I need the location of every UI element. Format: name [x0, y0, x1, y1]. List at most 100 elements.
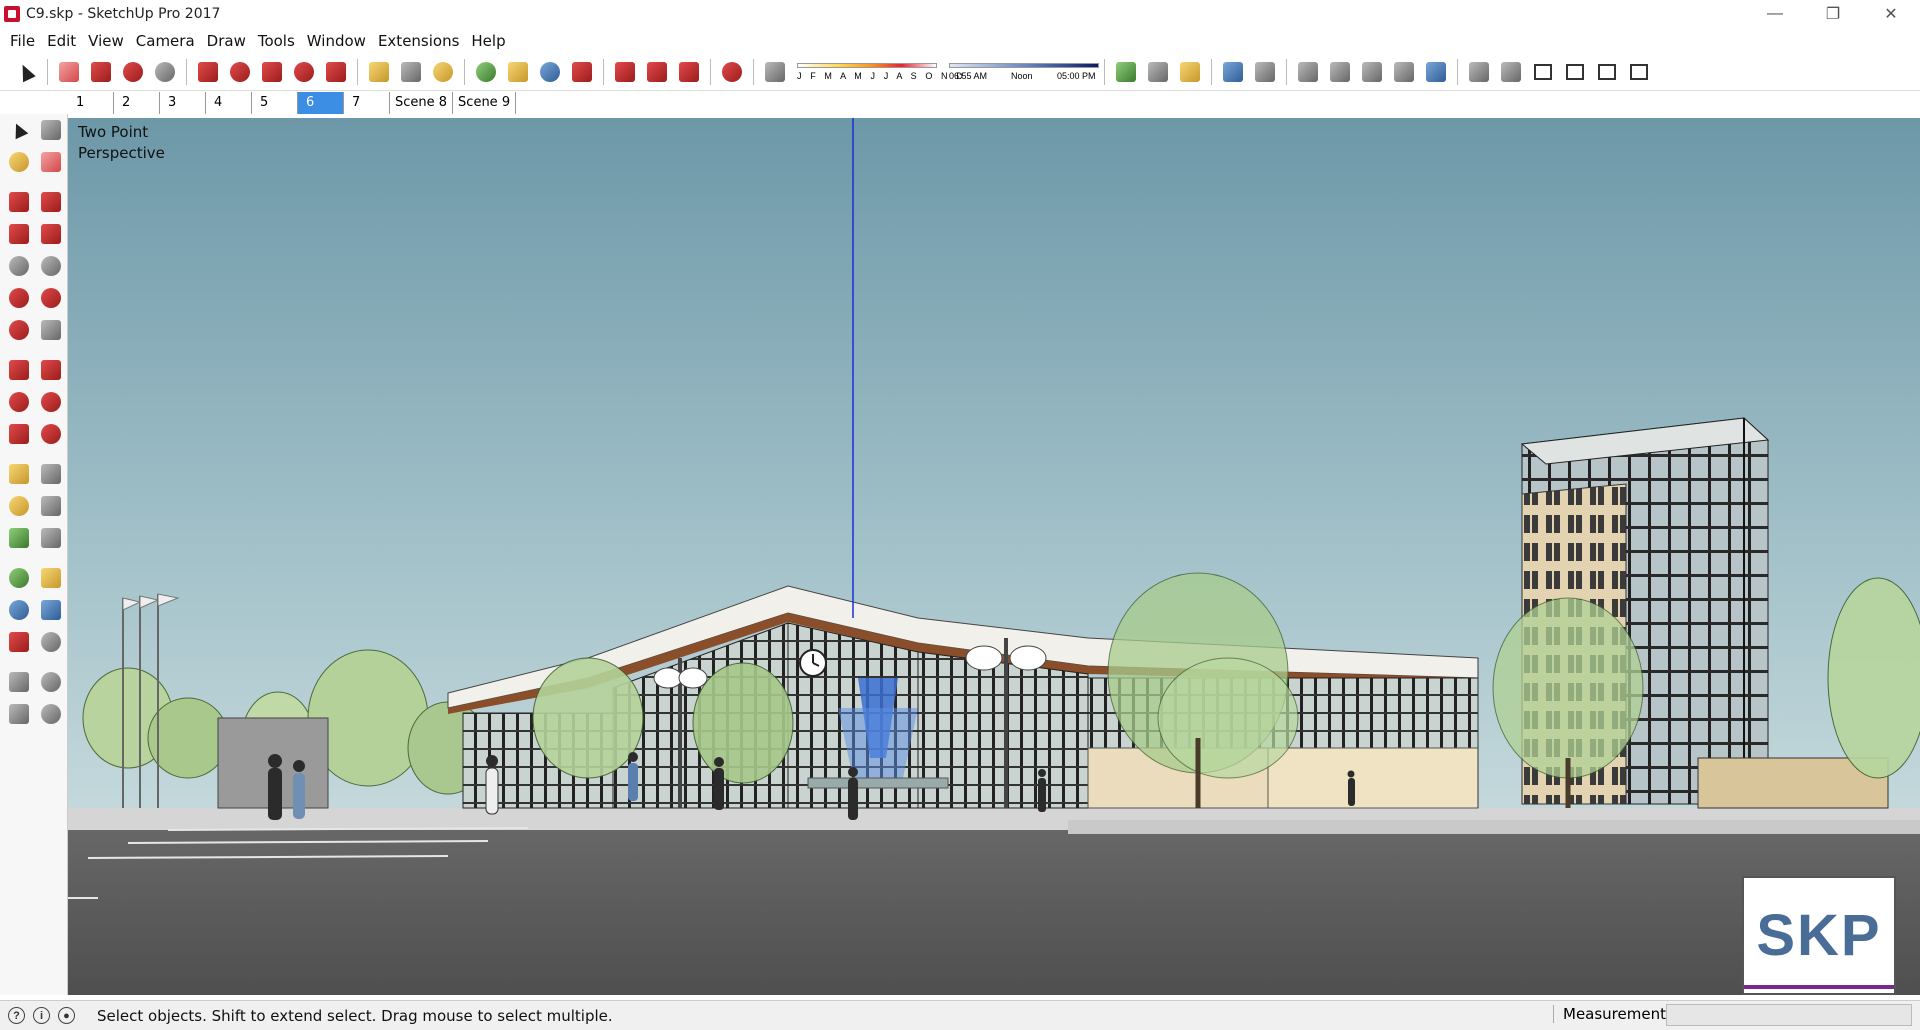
section-plane-tool[interactable] [35, 698, 67, 730]
minimize-button[interactable]: — [1746, 0, 1804, 28]
front-view-button[interactable] [1529, 58, 1557, 86]
menu-help[interactable]: Help [465, 32, 511, 50]
paint-bucket-button[interactable] [429, 58, 457, 86]
follow-me-button[interactable] [226, 58, 254, 86]
eraser-tool-button[interactable] [55, 58, 83, 86]
arc-tool[interactable] [3, 282, 35, 314]
tape-measure-tool[interactable] [3, 458, 35, 490]
rectangle-tool[interactable] [3, 218, 35, 250]
close-button[interactable]: ✕ [1862, 0, 1920, 28]
month-slider-track[interactable] [797, 63, 937, 68]
scene-tab[interactable]: 4 [206, 92, 252, 114]
back-view-button[interactable] [1593, 58, 1621, 86]
walk-tool[interactable] [3, 698, 35, 730]
scene-tab[interactable]: 3 [160, 92, 206, 114]
section-display-button[interactable] [1144, 58, 1172, 86]
3d-text-tool[interactable] [35, 522, 67, 554]
top-view-button[interactable] [1497, 58, 1525, 86]
menu-draw[interactable]: Draw [201, 32, 252, 50]
iso-view-button[interactable] [1465, 58, 1493, 86]
protractor-tool[interactable] [3, 490, 35, 522]
dimension-tool[interactable] [35, 458, 67, 490]
follow-me-tool[interactable] [35, 386, 67, 418]
time-slider-track[interactable] [949, 63, 1099, 68]
push-pull-button[interactable] [194, 58, 222, 86]
extension-warehouse-button[interactable] [643, 58, 671, 86]
zoom-button[interactable] [536, 58, 564, 86]
scene-tab[interactable]: 7 [344, 92, 390, 114]
model-viewport[interactable]: Two Point Perspective SKP [68, 118, 1920, 995]
menu-edit[interactable]: Edit [41, 32, 82, 50]
rotated-rectangle-tool[interactable] [35, 218, 67, 250]
move-tool-button[interactable] [258, 58, 286, 86]
section-cut-button[interactable] [1176, 58, 1204, 86]
hidden-line-button[interactable] [1326, 58, 1354, 86]
shape-tool-button[interactable] [151, 58, 179, 86]
menu-tools[interactable]: Tools [252, 32, 301, 50]
zoom-extents-tool[interactable] [3, 626, 35, 658]
left-view-button[interactable] [1625, 58, 1653, 86]
paint-bucket-tool[interactable] [3, 146, 35, 178]
scene-tab[interactable]: 2 [114, 92, 160, 114]
share-model-button[interactable] [675, 58, 703, 86]
zoom-tool[interactable] [3, 594, 35, 626]
text-tool-button[interactable] [397, 58, 425, 86]
push-pull-tool[interactable] [35, 354, 67, 386]
pan-tool[interactable] [35, 562, 67, 594]
wireframe-button[interactable] [1294, 58, 1322, 86]
orbit-button[interactable] [472, 58, 500, 86]
scale-tool-button[interactable] [322, 58, 350, 86]
zoom-window-tool[interactable] [35, 594, 67, 626]
menu-camera[interactable]: Camera [130, 32, 201, 50]
menu-extensions[interactable]: Extensions [372, 32, 465, 50]
restore-button[interactable]: ❐ [1804, 0, 1862, 28]
menu-window[interactable]: Window [301, 32, 372, 50]
eraser-tool[interactable] [35, 146, 67, 178]
back-edges-button[interactable] [1251, 58, 1279, 86]
warehouse-button[interactable] [611, 58, 639, 86]
line-tool-button[interactable] [87, 58, 115, 86]
look-around-tool[interactable] [35, 666, 67, 698]
offset-tool[interactable] [35, 418, 67, 450]
right-view-button[interactable] [1561, 58, 1589, 86]
rotate-tool-button[interactable] [290, 58, 318, 86]
monochrome-button[interactable] [1422, 58, 1450, 86]
arc-tool-button[interactable] [119, 58, 147, 86]
two-point-arc-tool[interactable] [35, 282, 67, 314]
rotate-tool[interactable] [3, 386, 35, 418]
credits-info-icon[interactable]: i [33, 1007, 50, 1024]
time-slider[interactable]: 06:55 AM Noon 05:00 PM [949, 59, 1099, 85]
pan-button[interactable] [504, 58, 532, 86]
shaded-textures-button[interactable] [1390, 58, 1418, 86]
freehand-tool[interactable] [35, 186, 67, 218]
text-tool[interactable] [35, 490, 67, 522]
scale-tool[interactable] [3, 418, 35, 450]
scene-tab[interactable]: 1 [68, 92, 114, 114]
scene-tab-active[interactable]: 6 [298, 92, 344, 114]
pie-tool[interactable] [35, 314, 67, 346]
tape-measure-button[interactable] [365, 58, 393, 86]
polygon-tool[interactable] [35, 250, 67, 282]
scene-tab[interactable]: Scene 8 [390, 92, 454, 114]
axes-tool[interactable] [3, 522, 35, 554]
section-plane-button[interactable] [1112, 58, 1140, 86]
shadow-toggle-button[interactable] [761, 58, 789, 86]
measurements-input[interactable] [1666, 1004, 1912, 1026]
ruby-console-button[interactable] [718, 58, 746, 86]
scene-tab[interactable]: Scene 9 [453, 92, 517, 114]
orbit-tool[interactable] [3, 562, 35, 594]
xray-button[interactable] [1219, 58, 1247, 86]
line-tool[interactable] [3, 186, 35, 218]
menu-view[interactable]: View [82, 32, 130, 50]
shaded-button[interactable] [1358, 58, 1386, 86]
previous-view-tool[interactable] [35, 626, 67, 658]
menu-file[interactable]: File [4, 32, 41, 50]
user-account-icon[interactable]: ● [58, 1007, 75, 1024]
zoom-extents-button[interactable] [568, 58, 596, 86]
model-render[interactable] [68, 118, 1920, 995]
three-point-arc-tool[interactable] [3, 314, 35, 346]
circle-tool[interactable] [3, 250, 35, 282]
make-component-tool[interactable] [35, 114, 67, 146]
month-slider[interactable]: J F M A M J J A S O N D [795, 59, 963, 85]
select-tool[interactable] [3, 114, 35, 146]
